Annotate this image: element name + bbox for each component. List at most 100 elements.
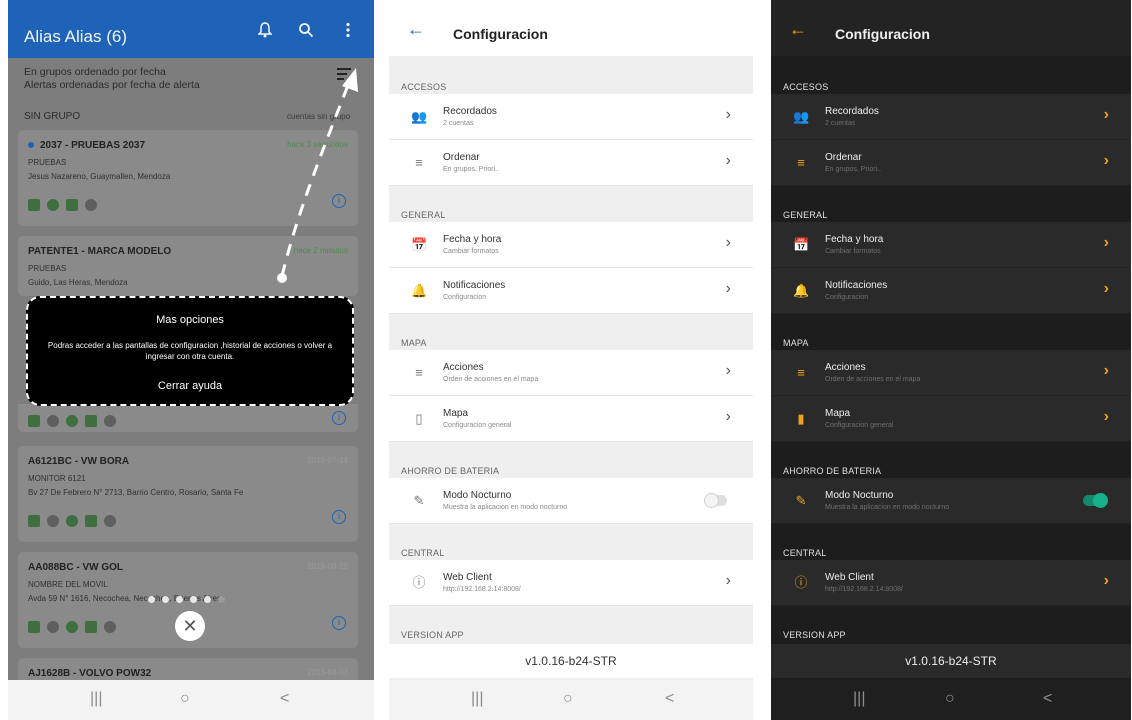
row-desc: http://192.168.2.14:8008/ <box>443 586 521 593</box>
settings-row-recordados[interactable]: 👥 Recordados 2 cuentas › <box>389 94 753 140</box>
settings-row-nocturno[interactable]: ✎ Modo Nocturno Muestra la aplicacion en… <box>389 478 753 524</box>
calendar-icon <box>85 514 97 527</box>
settings-row-mapa[interactable]: ▮ Mapa Configuracion general › <box>771 396 1131 442</box>
pager-dot <box>204 596 211 603</box>
calendar-clock-icon: 📅 <box>411 237 428 252</box>
chevron-right-icon: › <box>725 408 731 425</box>
version-value: v1.0.16-b24-STR <box>771 644 1131 678</box>
chevron-right-icon: › <box>725 152 731 169</box>
chevron-right-icon: › <box>725 280 731 297</box>
night-mode-toggle[interactable] <box>1083 493 1108 508</box>
row-desc: Muestra la aplicacion en modo nocturno <box>443 504 568 511</box>
card-title: AJ1628B - VOLVO POW32 <box>28 668 152 679</box>
chevron-right-icon: › <box>725 106 731 123</box>
settings-row-ordenar[interactable]: ≡ Ordenar En grupos, Priori.. › <box>771 140 1131 186</box>
calendar-icon <box>85 414 97 427</box>
chevron-right-icon: › <box>725 572 731 589</box>
list-icon: ≡ <box>415 365 423 380</box>
help-title: Mas opciones <box>156 314 224 326</box>
settings-row-ordenar[interactable]: ≡ Ordenar En grupos, Priori.. › <box>389 140 753 186</box>
row-label: Web Client <box>825 572 874 583</box>
card-time: 2013-08-22 <box>307 562 348 571</box>
recents-icon[interactable]: ||| <box>471 690 483 708</box>
info-icon[interactable]: i <box>332 616 346 630</box>
back-arrow-icon[interactable]: ← <box>789 19 807 40</box>
night-mode-toggle[interactable] <box>704 493 727 508</box>
row-label: Recordados <box>443 106 497 117</box>
app-bar: ← Configuracion <box>771 0 1131 56</box>
app-bar: ← Configuracion <box>389 0 753 56</box>
settings-row-nocturno[interactable]: ✎ Modo Nocturno Muestra la aplicacion en… <box>771 478 1131 524</box>
bell-icon: 🔔 <box>411 283 428 298</box>
close-tutorial-button[interactable]: ✕ <box>175 611 205 641</box>
system-nav-bar: ||| ○ < <box>771 680 1131 720</box>
row-desc: Configuracion <box>825 294 869 301</box>
speed-icon <box>47 620 59 633</box>
home-icon[interactable]: ○ <box>180 690 190 708</box>
card-group: NOMBRE DEL MOVIL <box>28 580 108 589</box>
people-icon: 👥 <box>411 109 428 124</box>
row-label: Modo Nocturno <box>825 490 894 501</box>
back-nav-icon[interactable]: < <box>1043 690 1052 708</box>
vehicle-card-bottom[interactable]: i <box>18 404 358 432</box>
row-desc: Cambiar formatos <box>443 248 499 255</box>
vehicle-card[interactable]: A6121BC - VW BORA 2015-07-14 MONITOR 612… <box>18 446 358 542</box>
speed-icon <box>47 414 59 427</box>
tutorial-pager <box>148 590 232 608</box>
settings-row-acciones[interactable]: ≡ Acciones Orden de acciones en el mapa … <box>389 350 753 396</box>
card-status-icons <box>28 618 123 633</box>
car-icon <box>28 414 40 427</box>
back-nav-icon[interactable]: < <box>280 690 289 708</box>
row-desc: Muestra la aplicacion en modo nocturno <box>825 504 950 511</box>
map-icon: ▮ <box>797 411 805 426</box>
calendar-icon <box>85 620 97 633</box>
night-mode-icon: ✎ <box>795 493 807 508</box>
row-desc: Orden de acciones en el mapa <box>825 376 921 383</box>
recents-icon[interactable]: ||| <box>853 690 865 708</box>
chevron-right-icon: › <box>1103 572 1109 589</box>
settings-row-web-client[interactable]: ⓘ Web Client http://192.168.2.14:8008/ › <box>389 560 753 606</box>
home-icon[interactable]: ○ <box>563 690 573 708</box>
info-icon[interactable]: i <box>332 510 346 524</box>
row-label: Ordenar <box>443 152 480 163</box>
card-title: A6121BC - VW BORA <box>28 456 130 467</box>
system-nav-bar: ||| ○ < <box>8 680 374 720</box>
help-pointer-arrow <box>277 68 358 283</box>
info-icon[interactable]: i <box>332 411 346 425</box>
row-desc: En grupos, Priori.. <box>825 166 882 173</box>
sort-icon: ≡ <box>797 155 805 170</box>
settings-row-fecha[interactable]: 📅 Fecha y hora Cambiar formatos › <box>771 222 1131 268</box>
settings-row-web-client[interactable]: ⓘ Web Client http://192.168.2.14:8008/ › <box>771 560 1131 606</box>
row-label: Acciones <box>825 362 866 373</box>
back-arrow-icon[interactable]: ← <box>407 19 425 40</box>
settings-row-fecha[interactable]: 📅 Fecha y hora Cambiar formatos › <box>389 222 753 268</box>
settings-row-notificaciones[interactable]: 🔔 Notificaciones Configuracion › <box>389 268 753 314</box>
help-overlay: Mas opciones Podras acceder a las pantal… <box>26 296 354 406</box>
row-label: Mapa <box>825 408 851 419</box>
chevron-right-icon: › <box>1103 152 1109 169</box>
home-icon[interactable]: ○ <box>945 690 955 708</box>
back-nav-icon[interactable]: < <box>665 690 674 708</box>
screen-settings-dark: ← Configuracion ACCESOS 👥 Recordados 2 c… <box>771 0 1131 720</box>
night-mode-icon: ✎ <box>413 493 425 508</box>
row-desc: Orden de acciones en el mapa <box>443 376 539 383</box>
settings-row-recordados[interactable]: 👥 Recordados 2 cuentas › <box>771 94 1131 140</box>
info-icon: ⓘ <box>794 575 808 590</box>
list-icon: ≡ <box>797 365 805 380</box>
row-desc: Configuracion general <box>443 422 512 429</box>
row-label: Fecha y hora <box>825 234 884 245</box>
chevron-right-icon: › <box>1103 280 1109 297</box>
help-body: Podras acceder a las pantallas de config… <box>47 341 333 361</box>
close-help-button[interactable]: Cerrar ayuda <box>28 380 352 392</box>
recents-icon[interactable]: ||| <box>90 690 102 708</box>
settings-row-mapa[interactable]: ▯ Mapa Configuracion general › <box>389 396 753 442</box>
pager-dot <box>162 596 169 603</box>
bell-icon: 🔔 <box>793 283 810 298</box>
settings-row-notificaciones[interactable]: 🔔 Notificaciones Configuracion › <box>771 268 1131 314</box>
card-status-icons <box>28 512 123 527</box>
chevron-right-icon: › <box>1103 106 1109 123</box>
row-desc: Cambiar formatos <box>825 248 881 255</box>
screen-settings-light: ← Configuracion ACCESOS 👥 Recordados 2 c… <box>389 0 753 720</box>
chevron-right-icon: › <box>1103 408 1109 425</box>
settings-row-acciones[interactable]: ≡ Acciones Orden de acciones en el mapa … <box>771 350 1131 396</box>
